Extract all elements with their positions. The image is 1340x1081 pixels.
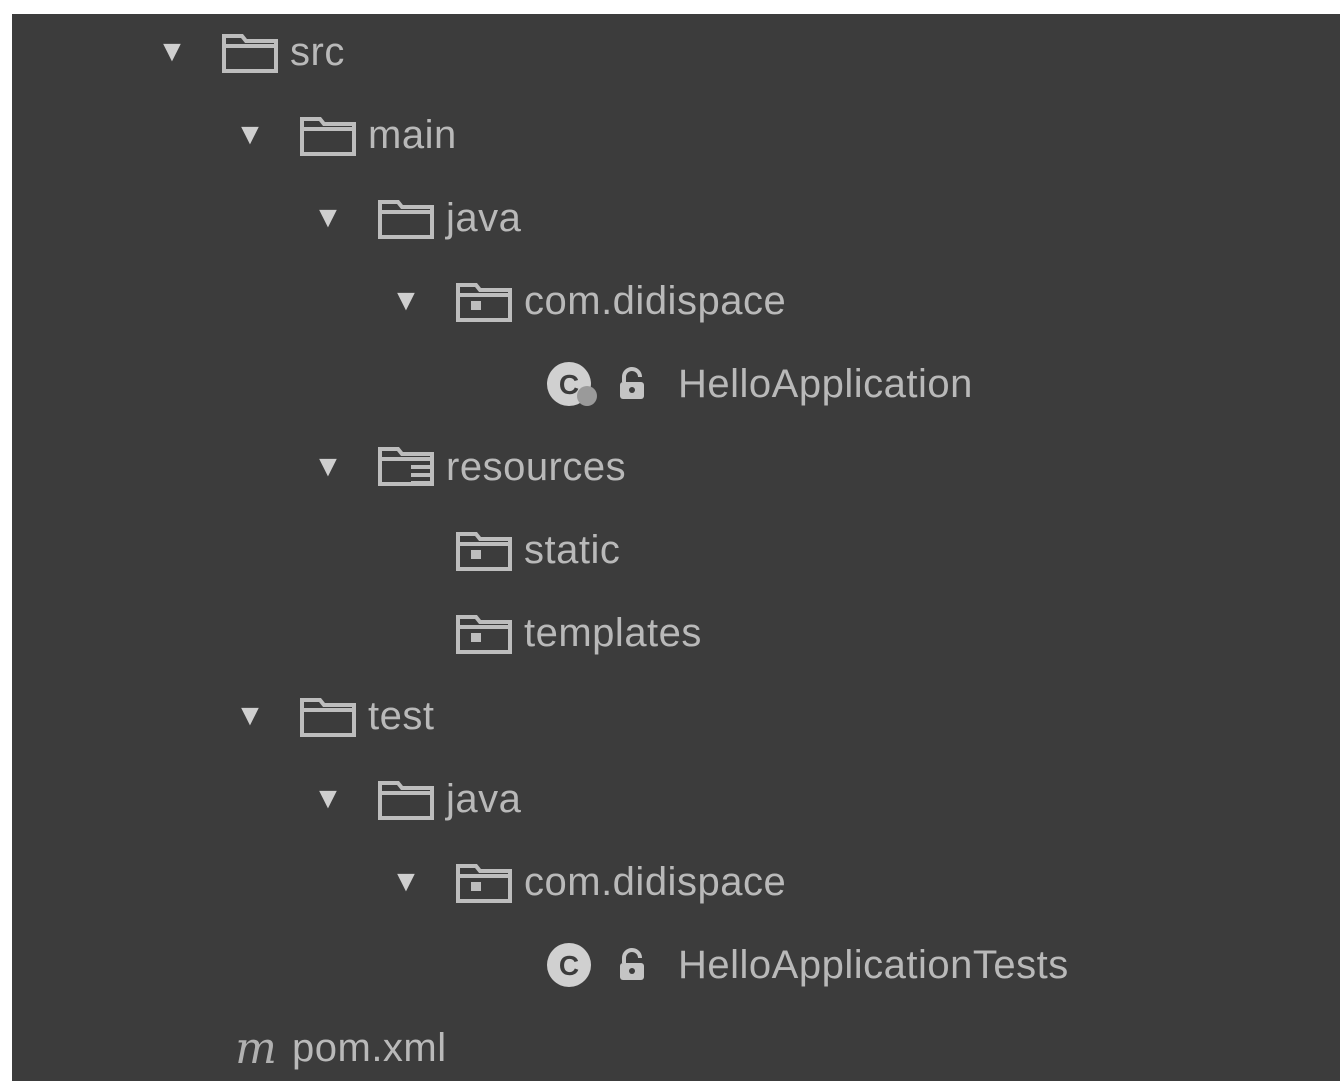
package-icon (454, 858, 514, 906)
expand-arrow-icon[interactable]: ▼ (304, 201, 352, 235)
tree-node-label: src (290, 29, 345, 74)
tree-node-label: java (446, 776, 522, 821)
resources-folder-icon (376, 443, 436, 491)
svg-text:C: C (559, 369, 579, 400)
folder-icon (298, 692, 358, 740)
package-icon (454, 277, 514, 325)
tree-node-test-package[interactable]: ▼ com.didispace (382, 840, 786, 924)
tree-node-templates[interactable]: templates (454, 591, 702, 675)
tree-node-label: templates (524, 610, 702, 655)
lock-icon (612, 945, 652, 985)
folder-icon (298, 111, 358, 159)
tree-node-hello-application[interactable]: C HelloApplication (542, 342, 973, 426)
expand-arrow-icon[interactable]: ▼ (226, 118, 274, 152)
maven-icon: m (235, 1022, 277, 1074)
tree-node-static[interactable]: static (454, 508, 620, 592)
tree-node-label: com.didispace (524, 278, 787, 323)
expand-arrow-icon[interactable]: ▼ (226, 699, 274, 733)
tree-node-hello-application-tests[interactable]: C HelloApplicationTests (542, 923, 1069, 1007)
lock-icon (612, 364, 652, 404)
tree-node-package[interactable]: ▼ com.didispace (382, 259, 786, 343)
tree-node-label: com.didispace (524, 859, 787, 904)
tree-node-label: java (446, 195, 522, 240)
tree-node-test-java[interactable]: ▼ java (304, 757, 521, 841)
tree-node-label: resources (446, 444, 627, 489)
tree-node-label: HelloApplicationTests (678, 942, 1069, 987)
tree-node-test[interactable]: ▼ test (226, 674, 434, 758)
expand-arrow-icon[interactable]: ▼ (148, 35, 196, 69)
svg-text:C: C (559, 950, 579, 981)
folder-icon (220, 28, 280, 76)
tree-node-resources[interactable]: ▼ resources (304, 425, 626, 509)
source-folder-icon (376, 194, 436, 242)
tree-node-label: static (524, 527, 621, 572)
project-tree-panel: ▼ src ▼ main ▼ java ▼ com.didispace C He… (12, 14, 1340, 1081)
tree-node-label: HelloApplication (678, 361, 973, 406)
expand-arrow-icon[interactable]: ▼ (304, 782, 352, 816)
package-icon (454, 609, 514, 657)
tree-node-label: pom.xml (292, 1025, 447, 1070)
tree-node-pom[interactable]: m pom.xml (226, 1006, 447, 1081)
tree-node-main[interactable]: ▼ main (226, 93, 457, 177)
test-source-folder-icon (376, 775, 436, 823)
tree-node-label: test (368, 693, 435, 738)
expand-arrow-icon[interactable]: ▼ (382, 865, 430, 899)
expand-arrow-icon[interactable]: ▼ (382, 284, 430, 318)
tree-node-src[interactable]: ▼ src (148, 14, 345, 94)
tree-node-label: main (368, 112, 457, 157)
class-icon: C (542, 941, 602, 989)
expand-arrow-icon[interactable]: ▼ (304, 450, 352, 484)
package-icon (454, 526, 514, 574)
tree-node-java[interactable]: ▼ java (304, 176, 521, 260)
spring-boot-class-icon: C (542, 360, 602, 408)
